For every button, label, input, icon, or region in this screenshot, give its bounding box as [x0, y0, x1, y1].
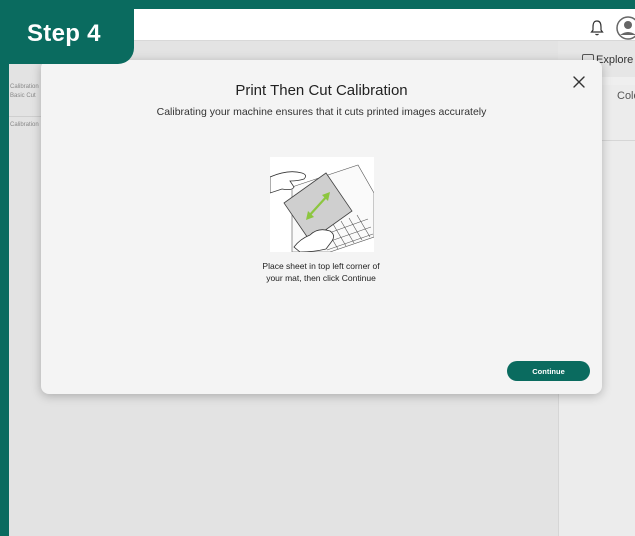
- dialog-subtitle: Calibrating your machine ensures that it…: [156, 106, 487, 118]
- calibration-dialog: Print Then Cut Calibration Calibrating y…: [41, 60, 602, 394]
- mat-illustration: [270, 157, 374, 252]
- dialog-title: Print Then Cut Calibration: [235, 82, 408, 99]
- continue-button[interactable]: Continue: [507, 361, 590, 381]
- instruction-text: Place sheet in top left corner of your m…: [221, 260, 421, 284]
- instruction-line-2: your mat, then click Continue: [266, 273, 376, 283]
- instruction-line-1: Place sheet in top left corner of: [262, 261, 380, 271]
- close-icon[interactable]: [570, 73, 588, 91]
- step-badge: Step 4: [0, 0, 134, 64]
